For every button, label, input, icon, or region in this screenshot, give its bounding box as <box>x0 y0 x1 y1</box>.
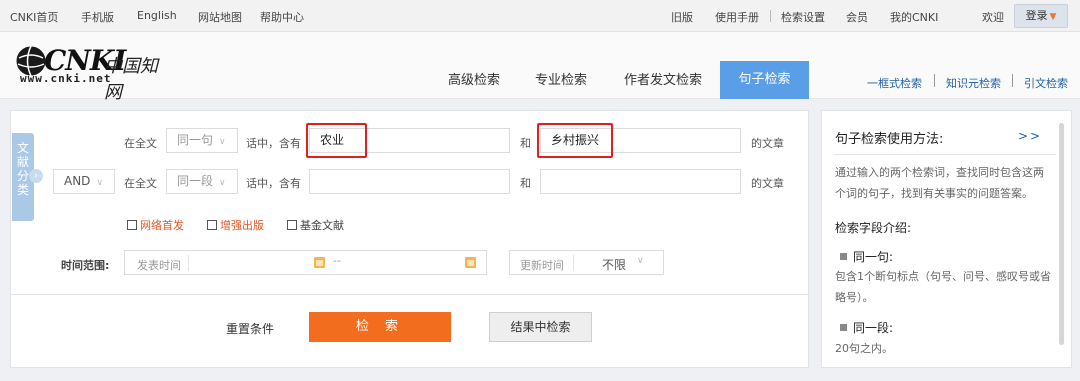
welcome-text: 欢迎 <box>982 11 1004 24</box>
search-button[interactable]: 检 索 <box>309 312 451 342</box>
contains-label: 话中，含有 <box>246 137 301 150</box>
login-button[interactable]: 登录 ▼ <box>1014 4 1068 28</box>
link-member[interactable]: 会员 <box>846 9 868 25</box>
chevron-down-icon: ▼ <box>1049 12 1057 22</box>
unit-select-1[interactable]: 同一句 ∨ <box>166 128 238 153</box>
unit-select-2-value: 同一段 <box>177 174 214 188</box>
scrollbar[interactable] <box>1059 123 1064 345</box>
highlight-box <box>306 123 367 158</box>
update-time-value: 不限 <box>602 258 627 272</box>
checkbox-box[interactable] <box>207 220 217 230</box>
checkbox-label: 增强出版 <box>220 219 264 232</box>
divider <box>1012 74 1013 87</box>
top-nav: CNKI首页 手机版 English 网站地图 帮助中心 旧版 使用手册 检索设… <box>0 0 1080 32</box>
help-fields-title: 检索字段介绍: <box>835 221 912 235</box>
update-time-select[interactable]: 更新时间 不限 ∨ <box>509 250 664 275</box>
search-panel: 文献分类 › 在全文 同一句 ∨ 话中，含有 农业 和 乡村振兴 的文章 AND ∨… <box>10 110 809 368</box>
unit-select-2[interactable]: 同一段 ∨ <box>166 169 238 194</box>
and-label: 和 <box>520 137 531 150</box>
help-field1-desc: 包含1个断句标点（句号、问号、感叹号或省略号）。 <box>835 270 1051 304</box>
link-knowledge-search[interactable]: 知识元检索 <box>946 75 1001 91</box>
cnki-logo[interactable]: CNKI 中国知网 www.cnki.net <box>14 42 174 103</box>
calendar-icon[interactable] <box>314 257 325 268</box>
link-old-version[interactable]: 旧版 <box>671 9 693 25</box>
side-tab-label: 文献分类 <box>17 141 30 197</box>
publish-time-field[interactable]: 发表时间 -- <box>124 250 487 275</box>
divider <box>573 255 574 271</box>
link-my-cnki[interactable]: 我的CNKI <box>890 9 938 25</box>
help-field2-desc: 20句之内。 <box>835 342 893 355</box>
tab-sentence-search[interactable]: 句子检索 <box>720 61 809 99</box>
search-in-results-button[interactable]: 结果中检索 <box>489 312 592 342</box>
suffix-label: 的文章 <box>751 137 784 150</box>
checkbox-fund-docs[interactable]: 基金文献 <box>287 217 344 233</box>
tab-advanced-search[interactable]: 高级检索 <box>435 63 513 99</box>
term-input-3[interactable] <box>309 169 510 194</box>
logo-chinese: 中国知网 <box>104 56 158 103</box>
chevron-down-icon: ∨ <box>96 178 104 188</box>
divider <box>11 294 808 295</box>
reset-button[interactable]: 重置条件 <box>226 320 274 337</box>
link-citation-search[interactable]: 引文检索 <box>1024 75 1068 91</box>
logic-select-value: AND <box>64 174 91 188</box>
help-title: 句子检索使用方法: <box>835 132 944 147</box>
and-label: 和 <box>520 177 531 190</box>
divider <box>834 154 1056 155</box>
logic-select[interactable]: AND ∨ <box>53 169 115 194</box>
login-label: 登录 <box>1025 9 1048 22</box>
checkbox-box[interactable] <box>127 220 137 230</box>
contains-label: 话中，含有 <box>246 177 301 190</box>
square-bullet-icon <box>840 324 847 331</box>
chevron-right-icon[interactable]: › <box>29 169 43 183</box>
header: CNKI 中国知网 www.cnki.net 高级检索 专业检索 作者发文检索 … <box>0 32 1080 103</box>
help-field2-name: 同一段: <box>853 321 894 335</box>
link-sitemap[interactable]: 网站地图 <box>198 9 242 25</box>
checkbox-box[interactable] <box>287 220 297 230</box>
link-english[interactable]: English <box>137 9 177 22</box>
calendar-icon[interactable] <box>465 257 476 268</box>
help-field1-name: 同一句: <box>853 250 894 264</box>
scope-label: 在全文 <box>124 137 157 150</box>
chevron-down-icon: ∨ <box>219 137 226 147</box>
unit-select-1-value: 同一句 <box>177 133 214 147</box>
highlight-box <box>537 123 613 158</box>
tab-author-search[interactable]: 作者发文检索 <box>610 63 716 99</box>
link-simple-search[interactable]: 一框式检索 <box>867 75 922 91</box>
time-range-label: 时间范围: <box>61 259 110 272</box>
logo-url: www.cnki.net <box>20 72 112 85</box>
link-mobile[interactable]: 手机版 <box>81 9 114 25</box>
link-manual[interactable]: 使用手册 <box>715 9 759 25</box>
divider <box>770 10 771 22</box>
scope-label: 在全文 <box>124 177 157 190</box>
checkbox-label: 基金文献 <box>300 219 344 232</box>
term-input-4[interactable] <box>540 169 741 194</box>
help-panel: 句子检索使用方法: >> 通过输入的两个检索词，查找同时包含这两个词的句子，找到… <box>821 110 1072 368</box>
divider <box>188 255 189 271</box>
checkbox-enhanced-pub[interactable]: 增强出版 <box>207 217 264 233</box>
square-bullet-icon <box>840 253 847 260</box>
help-intro: 通过输入的两个检索词，查找同时包含这两个词的句子，找到有关事实的问题答案。 <box>835 166 1044 200</box>
link-cnki-home[interactable]: CNKI首页 <box>10 9 58 25</box>
link-help-center[interactable]: 帮助中心 <box>260 9 304 25</box>
help-field2: 同一段: <box>840 319 893 336</box>
chevron-down-icon: ∨ <box>219 178 226 188</box>
chevron-down-icon: ∨ <box>637 256 644 266</box>
update-time-label: 更新时间 <box>520 259 564 272</box>
category-side-tab[interactable]: 文献分类 › <box>12 133 43 221</box>
publish-time-placeholder: 发表时间 <box>137 259 181 272</box>
range-separator: -- <box>333 254 341 267</box>
checkbox-online-first[interactable]: 网络首发 <box>127 217 184 233</box>
link-search-settings[interactable]: 检索设置 <box>781 9 825 25</box>
divider <box>934 74 935 87</box>
suffix-label: 的文章 <box>751 177 784 190</box>
tab-professional-search[interactable]: 专业检索 <box>522 63 600 99</box>
help-field1: 同一句: <box>840 248 893 265</box>
checkbox-label: 网络首发 <box>140 219 184 232</box>
help-more-link[interactable]: >> <box>1018 129 1042 143</box>
